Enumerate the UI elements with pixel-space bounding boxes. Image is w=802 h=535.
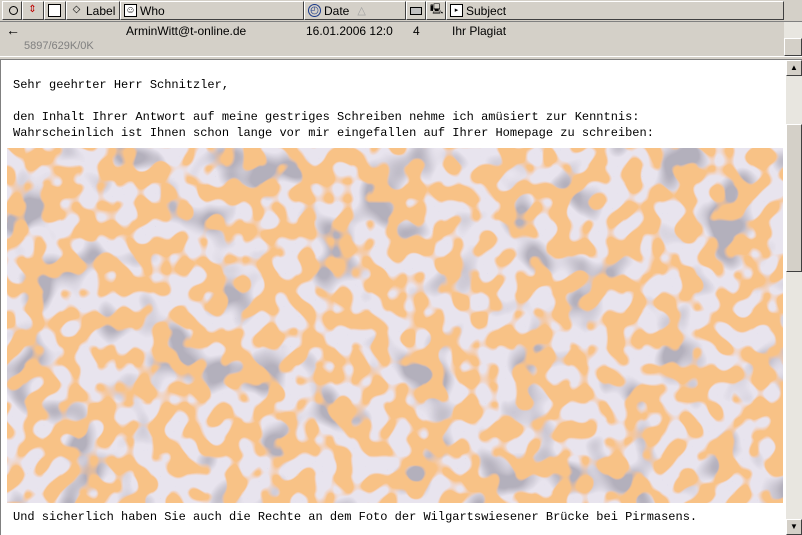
mailbox-status: 5897/629K/0K [0,40,784,54]
body-line-2: Wahrscheinlich ist Ihnen schon lange vor… [13,126,654,140]
label-icon: ◇ [72,4,81,15]
who-column-title: Who [140,3,165,18]
size-column-header[interactable] [406,1,426,20]
size-icon [410,6,422,15]
stereogram-image [7,148,783,503]
message-body: Sehr geehrter Herr Schnitzler, den Inhal… [0,60,786,535]
scroll-thumb[interactable] [786,124,802,272]
mailbox-counts: 5897/629K/0K [24,40,94,52]
message-body-scrollbar[interactable]: ▲ ▼ [786,60,802,535]
subject-column-header[interactable]: ▸ Subject [446,1,784,20]
person-icon: ☺ [124,4,137,17]
clock-icon: ◴ [308,4,321,17]
greeting-text: Sehr geehrter Herr Schnitzler, [13,78,230,92]
label-column-header[interactable]: ◇ Label [66,1,120,20]
list-scroll-button[interactable] [784,38,802,56]
server-icon: 🖳 [430,4,444,15]
scroll-down-button[interactable]: ▼ [786,519,802,535]
attachment-icon [48,4,61,17]
label-column-title: Label [86,3,116,18]
scroll-up-button[interactable]: ▲ [786,60,802,76]
message-row[interactable]: ← ArminWitt@t-online.de 16.01.2006 12:0 … [0,22,784,40]
date-column-title: Date [324,3,350,18]
message-list-header: ⇕ ◇ Label ☺ Who ◴ Date △ 🖳 ▸ Subject [0,0,802,22]
status-column-header[interactable] [2,1,22,20]
subject-column-title: Subject [466,3,507,18]
message-date: 16.01.2006 12:0 [306,24,393,38]
priority-icon: ⇕ [28,4,37,15]
message-size: 4 [413,24,420,38]
sort-ascending-icon: △ [357,5,366,17]
attachment-column-header[interactable] [44,1,66,20]
server-column-header[interactable]: 🖳 [426,1,446,20]
body-line-3: Und sicherlich haben Sie auch die Rechte… [13,510,698,524]
message-list-scrollbar[interactable] [784,22,802,56]
stereogram-pattern [7,148,783,503]
body-line-1: den Inhalt Ihrer Antwort auf meine gestr… [13,110,640,124]
message-who: ArminWitt@t-online.de [126,24,247,38]
reply-arrow-icon: ← [6,22,20,38]
subject-icon: ▸ [450,4,463,17]
status-icon [9,6,18,15]
date-column-header[interactable]: ◴ Date △ [304,1,406,20]
priority-column-header[interactable]: ⇕ [22,1,44,20]
who-column-header[interactable]: ☺ Who [120,1,304,20]
message-subject: Ihr Plagiat [452,24,507,38]
